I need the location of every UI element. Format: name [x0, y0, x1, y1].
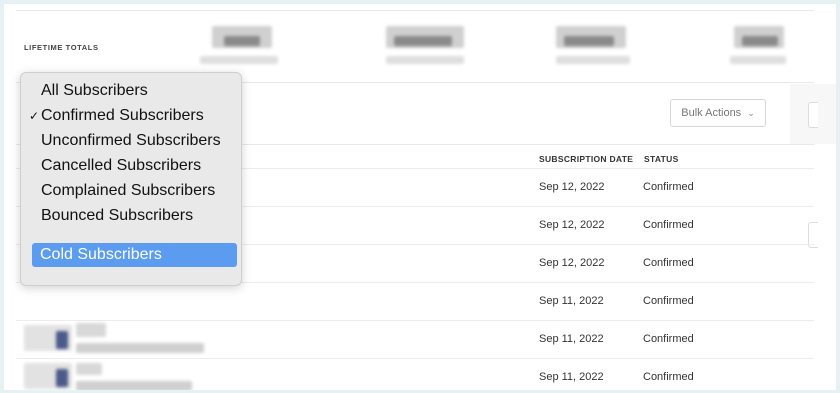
subscription-date-cell: Sep 12, 2022 — [539, 219, 605, 231]
menu-item-bounced-subscribers[interactable]: Bounced Subscribers — [41, 207, 193, 225]
table-row[interactable]: Sep 11, 2022 Confirmed — [16, 282, 814, 321]
subscription-date-cell: Sep 11, 2022 — [539, 295, 604, 307]
lifetime-totals-label: LIFETIME TOTALS — [24, 43, 99, 52]
chevron-down-icon: ⌄ — [747, 107, 755, 118]
bulk-actions-button[interactable]: Bulk Actions ⌄ — [670, 99, 766, 127]
status-cell: Confirmed — [643, 219, 694, 231]
subscription-date-cell: Sep 11, 2022 — [539, 333, 604, 345]
subscribers-page: LIFETIME TOTALS Bulk Actions ⌄ SUBSCRIPT… — [4, 4, 836, 390]
menu-item-complained-subscribers[interactable]: Complained Subscribers — [41, 182, 215, 200]
status-cell: Confirmed — [643, 333, 694, 345]
status-cell: Confirmed — [643, 181, 694, 193]
checkmark-icon: ✓ — [29, 109, 40, 123]
status-cell: Confirmed — [643, 257, 694, 269]
table-row[interactable]: Sep 11, 2022 Confirmed — [16, 320, 814, 359]
top-divider — [16, 10, 814, 11]
column-header-status[interactable]: STATUS — [644, 154, 679, 164]
menu-item-all-subscribers[interactable]: All Subscribers — [41, 82, 148, 100]
table-row[interactable]: Sep 11, 2022 Confirmed — [16, 358, 814, 390]
subscription-date-cell: Sep 12, 2022 — [539, 181, 605, 193]
bulk-actions-label: Bulk Actions — [681, 107, 742, 119]
menu-item-confirmed-subscribers[interactable]: Confirmed Subscribers — [41, 107, 204, 125]
status-cell: Confirmed — [643, 371, 694, 383]
menu-item-cold-subscribers[interactable]: Cold Subscribers — [32, 243, 237, 267]
subscription-date-cell: Sep 12, 2022 — [539, 257, 605, 269]
subscriber-filter-dropdown: All Subscribers ✓ Confirmed Subscribers … — [20, 72, 242, 286]
menu-item-unconfirmed-subscribers[interactable]: Unconfirmed Subscribers — [41, 132, 221, 150]
menu-item-cancelled-subscribers[interactable]: Cancelled Subscribers — [41, 157, 201, 175]
column-header-subscription-date[interactable]: SUBSCRIPTION DATE — [539, 154, 633, 164]
subscription-date-cell: Sep 11, 2022 — [539, 371, 604, 383]
right-edge-control-top[interactable] — [808, 102, 818, 128]
status-cell: Confirmed — [643, 295, 694, 307]
